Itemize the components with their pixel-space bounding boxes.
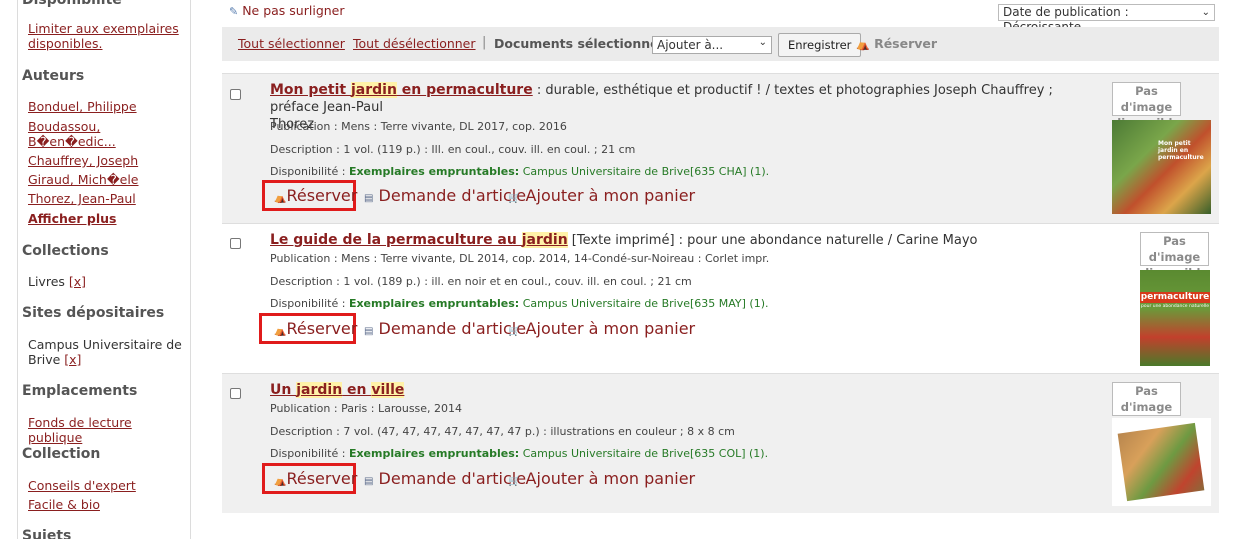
limit-available-link[interactable]: Limiter aux exemplaires disponibles. (28, 21, 183, 51)
cart-icon: 🛒 (508, 476, 521, 487)
add-to-cart-link-2[interactable]: 🛒 Ajouter à mon panier (508, 319, 695, 338)
result-description-3: Description : 7 vol. (47, 47, 47, 47, 47… (270, 425, 735, 438)
add-to-select-value: Ajouter à... (657, 38, 724, 52)
select-all-link[interactable]: Tout sélectionner (238, 36, 345, 51)
show-more-authors-link[interactable]: Afficher plus (28, 211, 183, 226)
result-description-1: Description : 1 vol. (119 p.) : Ill. en … (270, 143, 636, 156)
facet-author-4[interactable]: Giraud, Mich�ele (28, 172, 183, 187)
selected-docs-label: Documents sélectionnés : (494, 36, 676, 51)
facet-author-1[interactable]: Bonduel, Philippe (28, 99, 183, 114)
result-item-2: Le guide de la permaculture au jardin [T… (222, 223, 1219, 373)
pencil-icon: ✎ (229, 5, 239, 18)
no-highlight-label: Ne pas surligner (242, 3, 345, 18)
facet-author-5[interactable]: Thorez, Jean-Paul (28, 191, 183, 206)
document-icon: ▤ (364, 476, 374, 487)
facet-author-2[interactable]: Boudassou, B�en�edic... (28, 119, 118, 149)
facet-author-3[interactable]: Chauffrey, Joseph (28, 153, 183, 168)
facet-heading-authors: Auteurs (22, 68, 85, 84)
facets-sidebar: Disponibilité Limiter aux exemplaires di… (17, 0, 191, 539)
facet-heading-collection: Collection (22, 446, 101, 462)
cover-subtitle-2: pour une abondance naturelle (1140, 304, 1210, 309)
facet-heading-subjects: Sujets (22, 528, 72, 539)
article-request-link-2[interactable]: ▤ Demande d'article (364, 319, 526, 338)
facet-heading-emplacements: Emplacements (22, 383, 138, 399)
result-checkbox-2[interactable] (230, 238, 241, 249)
result-title-3: Un jardin en ville (270, 382, 1100, 399)
book-cover-1: Mon petit jardin en permaculture (1112, 120, 1211, 214)
facet-heading-sites: Sites dépositaires (22, 305, 165, 321)
deselect-all-link[interactable]: Tout désélectionner (353, 36, 476, 51)
facet-collection-link-2[interactable]: Facile & bio (28, 497, 183, 512)
book-cover-3 (1112, 418, 1211, 506)
cover-title-1: Mon petit jardin en permaculture (1158, 140, 1204, 161)
result-item-1: Mon petit jardin en permaculture : durab… (222, 73, 1219, 223)
facet-collection-item: Livres [x] (28, 274, 183, 289)
cover-title-2: permaculture (1140, 292, 1210, 303)
toolbar-reserve-button[interactable]: ⛺ Réserver (856, 36, 937, 51)
sort-select[interactable]: Date de publication : Décroissante ⌄ (998, 4, 1215, 34)
facet-collection-link-1[interactable]: Conseils d'expert (28, 478, 183, 493)
selection-toolbar: Tout sélectionner Tout désélectionner | … (222, 27, 1219, 61)
cart-icon: 🛒 (508, 326, 521, 337)
cart-icon: 🛒 (508, 193, 521, 204)
book-cover-2: permaculture pour une abondance naturell… (1140, 270, 1210, 366)
save-button[interactable]: Enregistrer (778, 33, 862, 57)
facet-emplacement-link[interactable]: Fonds de lecture publique (28, 415, 183, 445)
hat-icon: ⛺ (856, 38, 870, 51)
article-request-link-1[interactable]: ▤ Demande d'article (364, 186, 526, 205)
hat-icon: ⛺ (274, 476, 287, 487)
cover-illustration-3 (1117, 422, 1205, 502)
toolbar-separator: | (482, 35, 487, 50)
remove-site-filter[interactable]: [x] (64, 352, 81, 367)
facet-collection-label: Livres (28, 274, 65, 289)
no-image-badge-1: Pas d'imagedisponible (1112, 82, 1181, 130)
no-image-badge-2: Pas d'imagedisponible (1140, 232, 1209, 280)
toolbar-reserve-label: Réserver (874, 36, 938, 51)
result-title-2: Le guide de la permaculture au jardin [T… (270, 232, 1100, 249)
result-title-link-1[interactable]: Mon petit jardin en permaculture (270, 82, 533, 98)
result-publication-3: Publication : Paris : Larousse, 2014 (270, 402, 463, 415)
result-title-rest-2: [Texte imprimé] : pour une abondance nat… (567, 233, 978, 248)
no-highlight-link[interactable]: ✎ Ne pas surligner (229, 3, 345, 18)
article-request-link-3[interactable]: ▤ Demande d'article (364, 469, 526, 488)
result-item-3: Un jardin en ville Publication : Paris :… (222, 373, 1219, 513)
result-checkbox-3[interactable] (230, 388, 241, 399)
result-description-2: Description : 1 vol. (189 p.) : ill. en … (270, 275, 692, 288)
reserve-link-3[interactable]: ⛺Réserver (274, 469, 357, 488)
no-image-badge-3: Pas d'imagedisponible (1112, 382, 1181, 430)
result-publication-1: Publication : Mens : Terre vivante, DL 2… (270, 120, 567, 133)
result-title-link-3[interactable]: Un jardin en ville (270, 382, 405, 398)
document-icon: ▤ (364, 326, 374, 337)
add-to-select[interactable]: Ajouter à... ⌄ (652, 36, 772, 54)
result-title-link-2[interactable]: Le guide de la permaculture au jardin (270, 232, 568, 248)
facet-heading-availability: Disponibilité (22, 0, 122, 8)
hat-icon: ⛺ (274, 326, 287, 337)
result-availability-3: Disponibilité : Exemplaires empruntables… (270, 447, 769, 460)
reserve-link-2[interactable]: ⛺Réserver (274, 319, 357, 338)
facet-heading-collections: Collections (22, 243, 109, 259)
result-publication-2: Publication : Mens : Terre vivante, DL 2… (270, 252, 770, 265)
add-to-cart-link-3[interactable]: 🛒 Ajouter à mon panier (508, 469, 695, 488)
facet-site-label: Campus Universitaire de Brive (28, 337, 182, 367)
hat-icon: ⛺ (274, 193, 287, 204)
result-checkbox-1[interactable] (230, 89, 241, 100)
remove-collection-filter[interactable]: [x] (69, 274, 86, 289)
chevron-down-icon: ⌄ (758, 37, 767, 48)
reserve-link-1[interactable]: ⛺Réserver (274, 186, 357, 205)
document-icon: ▤ (364, 193, 374, 204)
result-availability-1: Disponibilité : Exemplaires empruntables… (270, 165, 770, 178)
result-availability-2: Disponibilité : Exemplaires empruntables… (270, 297, 769, 310)
chevron-down-icon: ⌄ (1201, 7, 1210, 18)
add-to-cart-link-1[interactable]: 🛒 Ajouter à mon panier (508, 186, 695, 205)
facet-site-item: Campus Universitaire de Brive [x] (28, 337, 183, 367)
